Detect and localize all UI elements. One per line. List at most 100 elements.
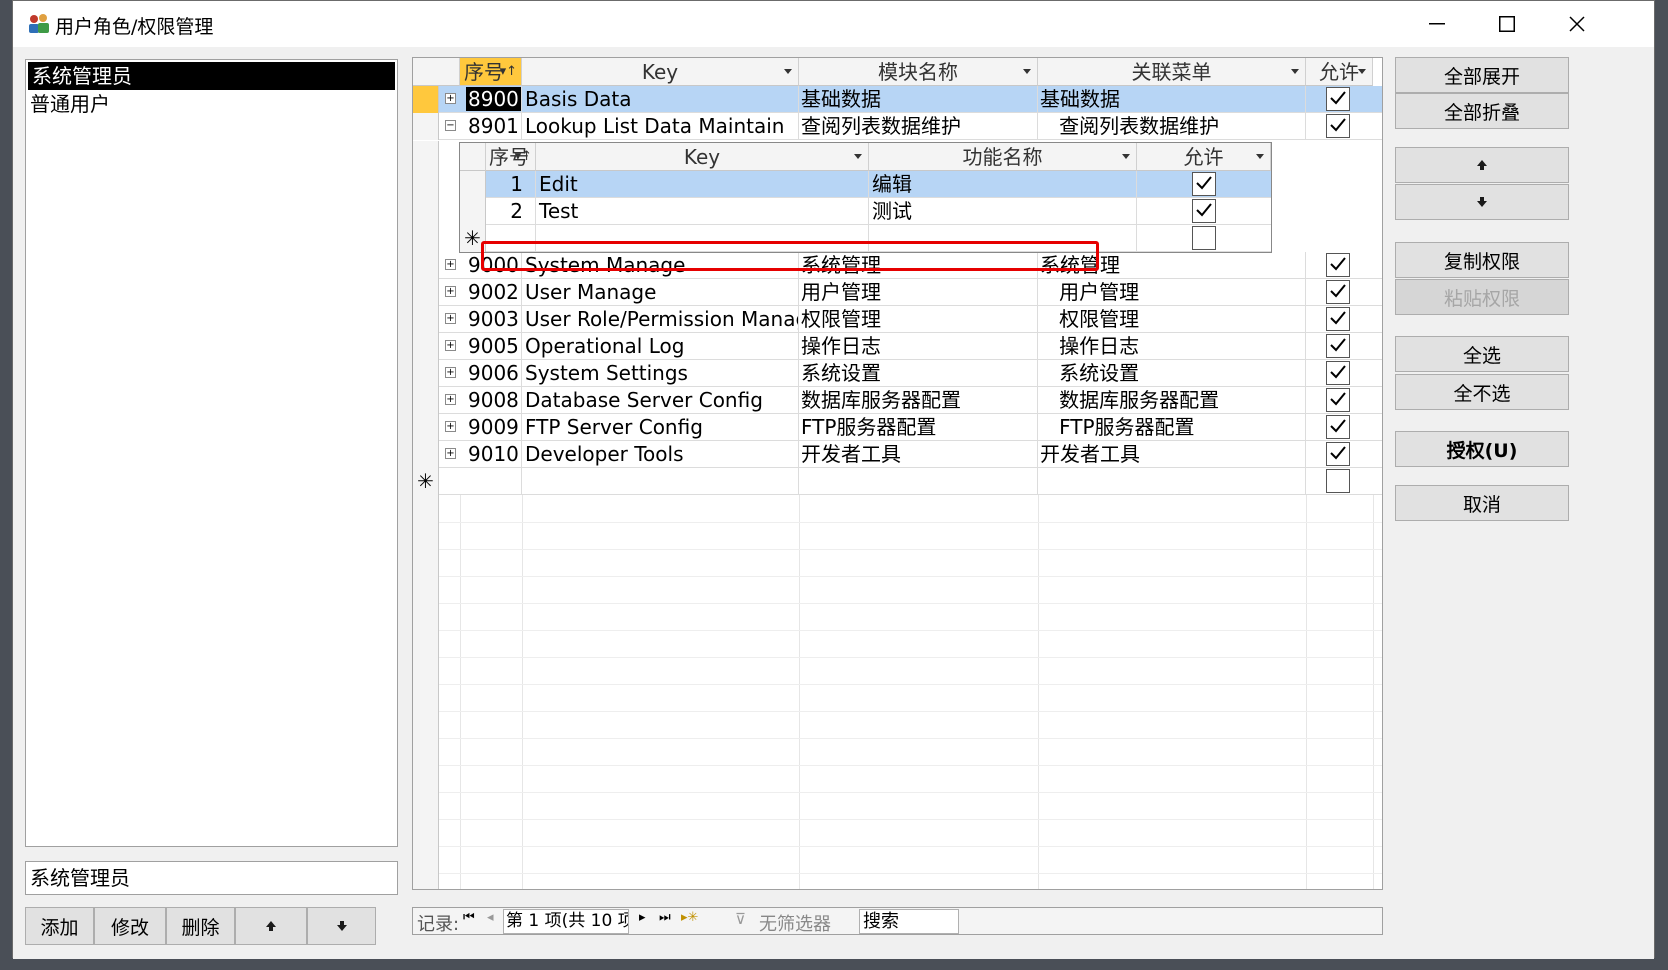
table-row[interactable]: +9002 User Manage 用户管理 用户管理	[413, 279, 1382, 306]
select-none-button[interactable]: 全不选	[1395, 374, 1569, 410]
close-button[interactable]	[1542, 1, 1612, 47]
maximize-button[interactable]	[1472, 1, 1542, 47]
row-selector[interactable]	[413, 414, 439, 441]
move-down-button[interactable]	[1395, 184, 1569, 220]
new-record-row[interactable]: ✳	[460, 225, 1271, 252]
move-role-down-button[interactable]	[307, 907, 376, 945]
new-record-icon[interactable]: ▸✳	[681, 910, 698, 925]
expand-all-button[interactable]: 全部展开	[1395, 57, 1569, 93]
next-record-icon[interactable]: ▸	[639, 910, 646, 925]
search-field[interactable]: 搜索	[859, 909, 959, 934]
allowed-checkbox[interactable]	[1326, 442, 1350, 466]
grid-line	[439, 603, 1382, 604]
minimize-button[interactable]	[1402, 1, 1472, 47]
table-row[interactable]: +9000 System Manage 系统管理 系统管理	[413, 252, 1382, 279]
allowed-checkbox[interactable]	[1326, 388, 1350, 412]
expand-icon[interactable]: +	[445, 286, 456, 297]
row-selector[interactable]	[413, 113, 439, 140]
subgrid-row[interactable]: 1 Edit 编辑	[460, 171, 1271, 198]
table-row[interactable]: +9009 FTP Server Config FTP服务器配置 FTP服务器配置	[413, 414, 1382, 441]
table-row[interactable]: +9005 Operational Log 操作日志 操作日志	[413, 333, 1382, 360]
allowed-checkbox[interactable]	[1326, 361, 1350, 385]
new-record-row[interactable]: ✳	[413, 468, 1382, 495]
delete-role-button[interactable]: 删除	[166, 907, 235, 945]
move-role-up-button[interactable]	[235, 907, 307, 945]
row-selector[interactable]	[413, 360, 439, 387]
filter-status[interactable]: 无筛选器	[759, 910, 831, 936]
allowed-checkbox[interactable]	[1192, 226, 1216, 250]
record-position-field[interactable]: 第 1 项(共 10 项	[503, 909, 629, 934]
column-header-module[interactable]: 模块名称	[799, 58, 1038, 86]
table-row[interactable]: +9003 User Role/Permission Manage 权限管理 权限管…	[413, 306, 1382, 333]
subgrid-header-seq[interactable]: 序号 ▾↑	[486, 143, 536, 171]
allowed-checkbox[interactable]	[1326, 253, 1350, 277]
module-cell: 开发者工具	[799, 441, 1038, 468]
row-selector[interactable]	[413, 387, 439, 414]
record-label: 记录:	[417, 914, 460, 935]
permission-grid[interactable]: 序号 ▾↑ Key 模块名称 关联菜单 允许 +8900 Basis Data 基础…	[412, 57, 1383, 890]
column-header-menu[interactable]: 关联菜单	[1038, 58, 1306, 86]
subgrid-header-name[interactable]: 功能名称	[869, 143, 1137, 171]
expand-icon[interactable]: +	[445, 93, 456, 104]
column-header-key[interactable]: Key	[522, 58, 799, 86]
cancel-button[interactable]: 取消	[1395, 485, 1569, 521]
table-row[interactable]: +8900 Basis Data 基础数据 基础数据	[413, 86, 1382, 113]
move-up-button[interactable]	[1395, 147, 1569, 183]
allowed-checkbox[interactable]	[1326, 87, 1350, 111]
add-role-button[interactable]: 添加	[25, 907, 94, 945]
subgrid-header-key[interactable]: Key	[536, 143, 869, 171]
role-item-admin[interactable]: 系统管理员	[28, 62, 395, 90]
collapse-all-button[interactable]: 全部折叠	[1395, 93, 1569, 129]
role-item-normal-user[interactable]: 普通用户	[26, 90, 397, 118]
authorize-button[interactable]: 授权(U)	[1395, 431, 1569, 467]
allowed-checkbox[interactable]	[1326, 114, 1350, 138]
row-selector[interactable]	[413, 306, 439, 333]
subgrid-header-allowed[interactable]: 允许	[1137, 143, 1271, 171]
role-name-field[interactable]: 系统管理员	[25, 861, 398, 895]
function-subgrid[interactable]: 序号 ▾↑ Key 功能名称 允许 1 Edit 编辑 2 Test 测试 ✳	[459, 142, 1272, 253]
row-selector[interactable]	[413, 333, 439, 360]
last-record-icon[interactable]: ⏭	[659, 910, 671, 925]
row-selector[interactable]	[413, 279, 439, 306]
column-header-allowed[interactable]: 允许	[1306, 58, 1373, 86]
expand-icon[interactable]: +	[445, 421, 456, 432]
first-record-icon[interactable]: ⏮	[463, 910, 475, 925]
allowed-checkbox[interactable]	[1326, 469, 1350, 493]
edit-role-button[interactable]: 修改	[94, 907, 166, 945]
table-row[interactable]: +9006 System Settings 系统设置 系统设置	[413, 360, 1382, 387]
paste-permission-button[interactable]: 粘贴权限	[1395, 279, 1569, 315]
table-row[interactable]: +9010 Developer Tools 开发者工具 开发者工具	[413, 441, 1382, 468]
expand-icon[interactable]: +	[445, 313, 456, 324]
prev-record-icon[interactable]: ◂	[487, 910, 494, 925]
row-selector[interactable]	[413, 441, 439, 468]
allowed-checkbox[interactable]	[1326, 280, 1350, 304]
column-header-seq[interactable]: 序号 ▾↑	[460, 58, 522, 86]
expand-icon[interactable]: +	[445, 340, 456, 351]
allowed-checkbox[interactable]	[1326, 334, 1350, 358]
row-selector[interactable]	[460, 198, 486, 225]
table-row[interactable]: −8901 Lookup List Data Maintain 查阅列表数据维护 查…	[413, 113, 1382, 140]
expand-icon[interactable]: +	[445, 259, 456, 270]
expand-icon[interactable]: +	[445, 367, 456, 378]
seq-cell: 9006	[460, 360, 522, 387]
row-selector[interactable]	[460, 171, 486, 198]
allowed-checkbox[interactable]	[1192, 172, 1216, 196]
row-selector[interactable]	[413, 86, 439, 113]
select-all-button[interactable]: 全选	[1395, 336, 1569, 372]
subgrid-row[interactable]: 2 Test 测试	[460, 198, 1271, 225]
expand-icon[interactable]: +	[445, 448, 456, 459]
table-row[interactable]: +9008 Database Server Config 数据库服务器配置 数据库服…	[413, 387, 1382, 414]
module-cell: 操作日志	[799, 333, 1038, 360]
column-header-menu-label: 关联菜单	[1131, 60, 1212, 84]
grid-line	[439, 522, 1382, 523]
allowed-checkbox[interactable]	[1326, 307, 1350, 331]
module-cell: 用户管理	[799, 279, 1038, 306]
allowed-checkbox[interactable]	[1326, 415, 1350, 439]
expand-icon[interactable]: +	[445, 394, 456, 405]
collapse-icon[interactable]: −	[445, 120, 456, 131]
role-list[interactable]: 系统管理员 普通用户	[25, 59, 398, 847]
copy-permission-button[interactable]: 复制权限	[1395, 242, 1569, 278]
seq-cell: 9005	[460, 333, 522, 360]
allowed-checkbox[interactable]	[1192, 199, 1216, 223]
row-selector[interactable]	[413, 252, 439, 279]
